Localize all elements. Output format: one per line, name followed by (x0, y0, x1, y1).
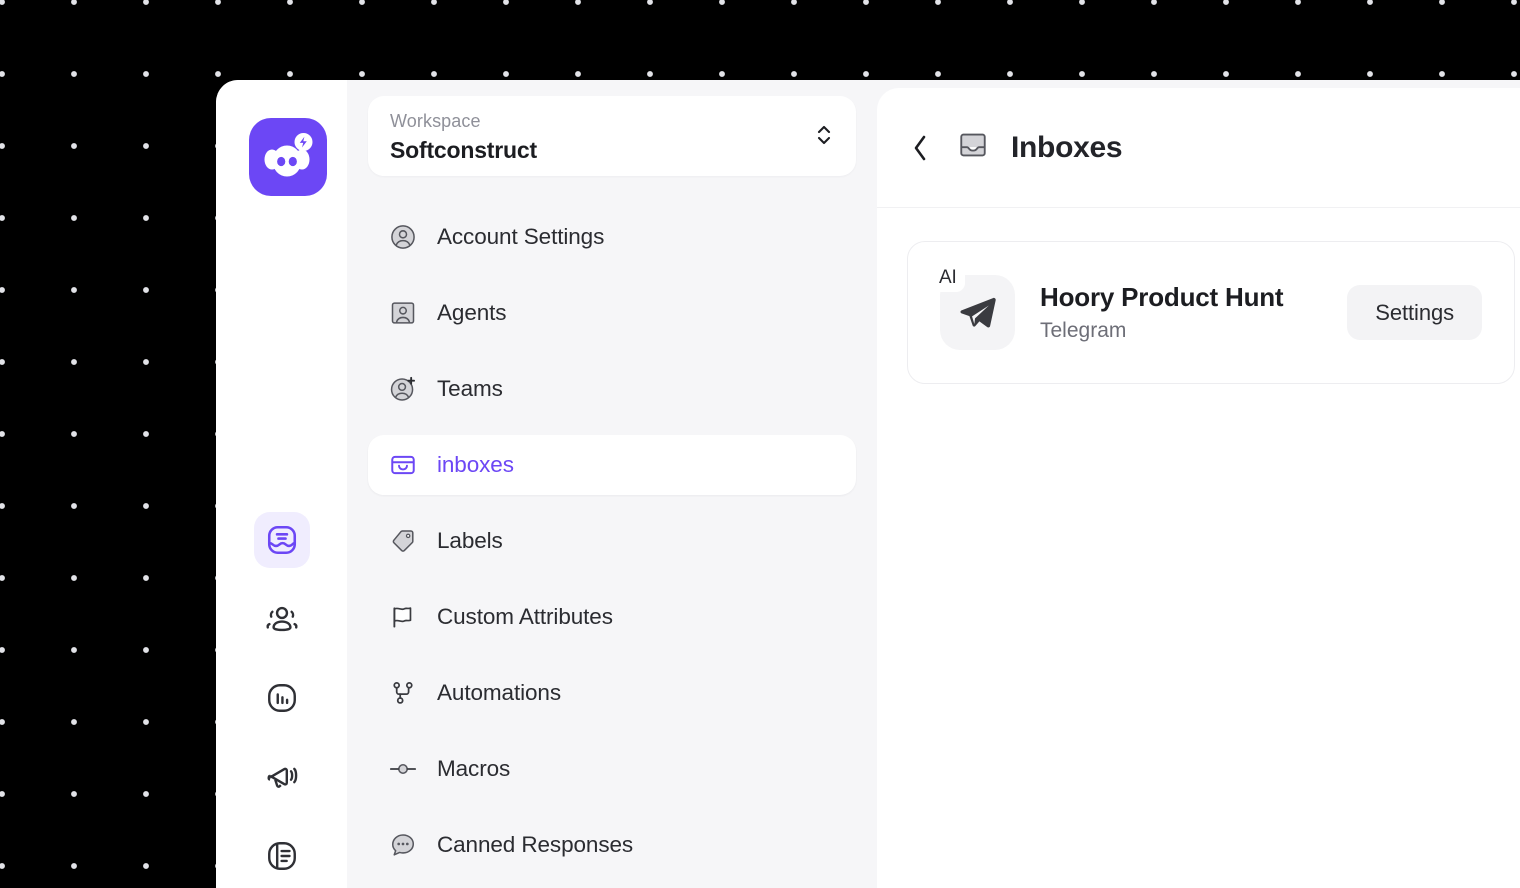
ai-badge: AI (931, 264, 965, 292)
sidebar-item-custom-attributes[interactable]: Custom Attributes (368, 587, 856, 647)
sidebar-item-label: Account Settings (437, 224, 605, 249)
page-title: Inboxes (1011, 130, 1123, 164)
inbox-card-grid: AI Hoory Product Hunt Telegram Settings … (877, 208, 1520, 384)
rail-item-conversations[interactable] (253, 512, 310, 568)
automation-nodes-icon (389, 679, 417, 707)
sidebar-item-macros[interactable]: Macros (368, 739, 856, 799)
sidebar-item-labels[interactable]: Labels (368, 511, 856, 571)
hoory-mascot-logo[interactable] (249, 118, 327, 196)
chevron-up-down-icon[interactable] (814, 119, 834, 156)
workspace-name: Softconstruct (390, 137, 537, 163)
sidebar-item-label: Labels (437, 528, 503, 553)
workspace-selector[interactable]: Workspace Softconstruct (368, 96, 856, 176)
page-header: Inboxes (877, 88, 1520, 208)
tag-icon (389, 527, 417, 555)
user-circle-icon (389, 223, 417, 251)
sidebar-item-label: Custom Attributes (437, 604, 613, 629)
sidebar-item-label: Macros (437, 756, 511, 781)
rail-item-reports[interactable] (254, 670, 310, 726)
user-plus-icon (389, 375, 417, 403)
flag-icon (389, 603, 417, 631)
sidebar-item-automations[interactable]: Automations (368, 663, 856, 723)
sidebar-item-agents[interactable]: Agents (368, 283, 856, 343)
sidebar-item-inboxes[interactable]: inboxes (368, 435, 856, 495)
telegram-icon: AI (931, 264, 1015, 350)
inbox-channel-type: Telegram (1040, 319, 1127, 342)
rail-item-list (216, 512, 347, 884)
sidebar-item-canned-responses[interactable]: Canned Responses (368, 815, 856, 875)
inbox-name: Hoory Product Hunt (1040, 282, 1284, 312)
inbox-icon (957, 129, 989, 166)
sidebar-item-teams[interactable]: Teams (368, 359, 856, 419)
sidebar-item-label: Canned Responses (437, 832, 634, 857)
page-background: Workspace Softconstruct Account Settings… (0, 0, 1520, 888)
inbox-settings-button[interactable]: Settings (1347, 285, 1482, 340)
rail-item-knowledge-base[interactable] (254, 828, 310, 884)
sidebar-item-account-settings[interactable]: Account Settings (368, 207, 856, 267)
sidebar-item-label: Teams (437, 376, 503, 401)
chat-dots-icon (389, 831, 417, 859)
macro-icon (389, 755, 417, 783)
icon-rail (216, 80, 347, 888)
agent-card-icon (389, 299, 417, 327)
inbox-icon (389, 451, 417, 479)
sidebar-item-label: inboxes (437, 452, 514, 477)
sidebar-item-label: Automations (437, 680, 561, 705)
settings-nav-panel: Workspace Softconstruct Account Settings… (347, 80, 877, 888)
workspace-label: Workspace (390, 111, 481, 131)
app-window: Workspace Softconstruct Account Settings… (216, 80, 1520, 888)
sidebar-item-label: Agents (437, 300, 507, 325)
rail-item-campaigns[interactable] (254, 749, 310, 805)
chevron-left-icon[interactable] (909, 131, 931, 165)
rail-item-contacts[interactable] (254, 591, 310, 647)
settings-nav-list: Account Settings Agents Teams inboxes La… (368, 207, 856, 875)
main-panel: Inboxes AI Hoory Product Hunt Telegram S… (877, 88, 1520, 888)
inbox-card[interactable]: AI Hoory Product Hunt Telegram Settings (907, 241, 1515, 384)
